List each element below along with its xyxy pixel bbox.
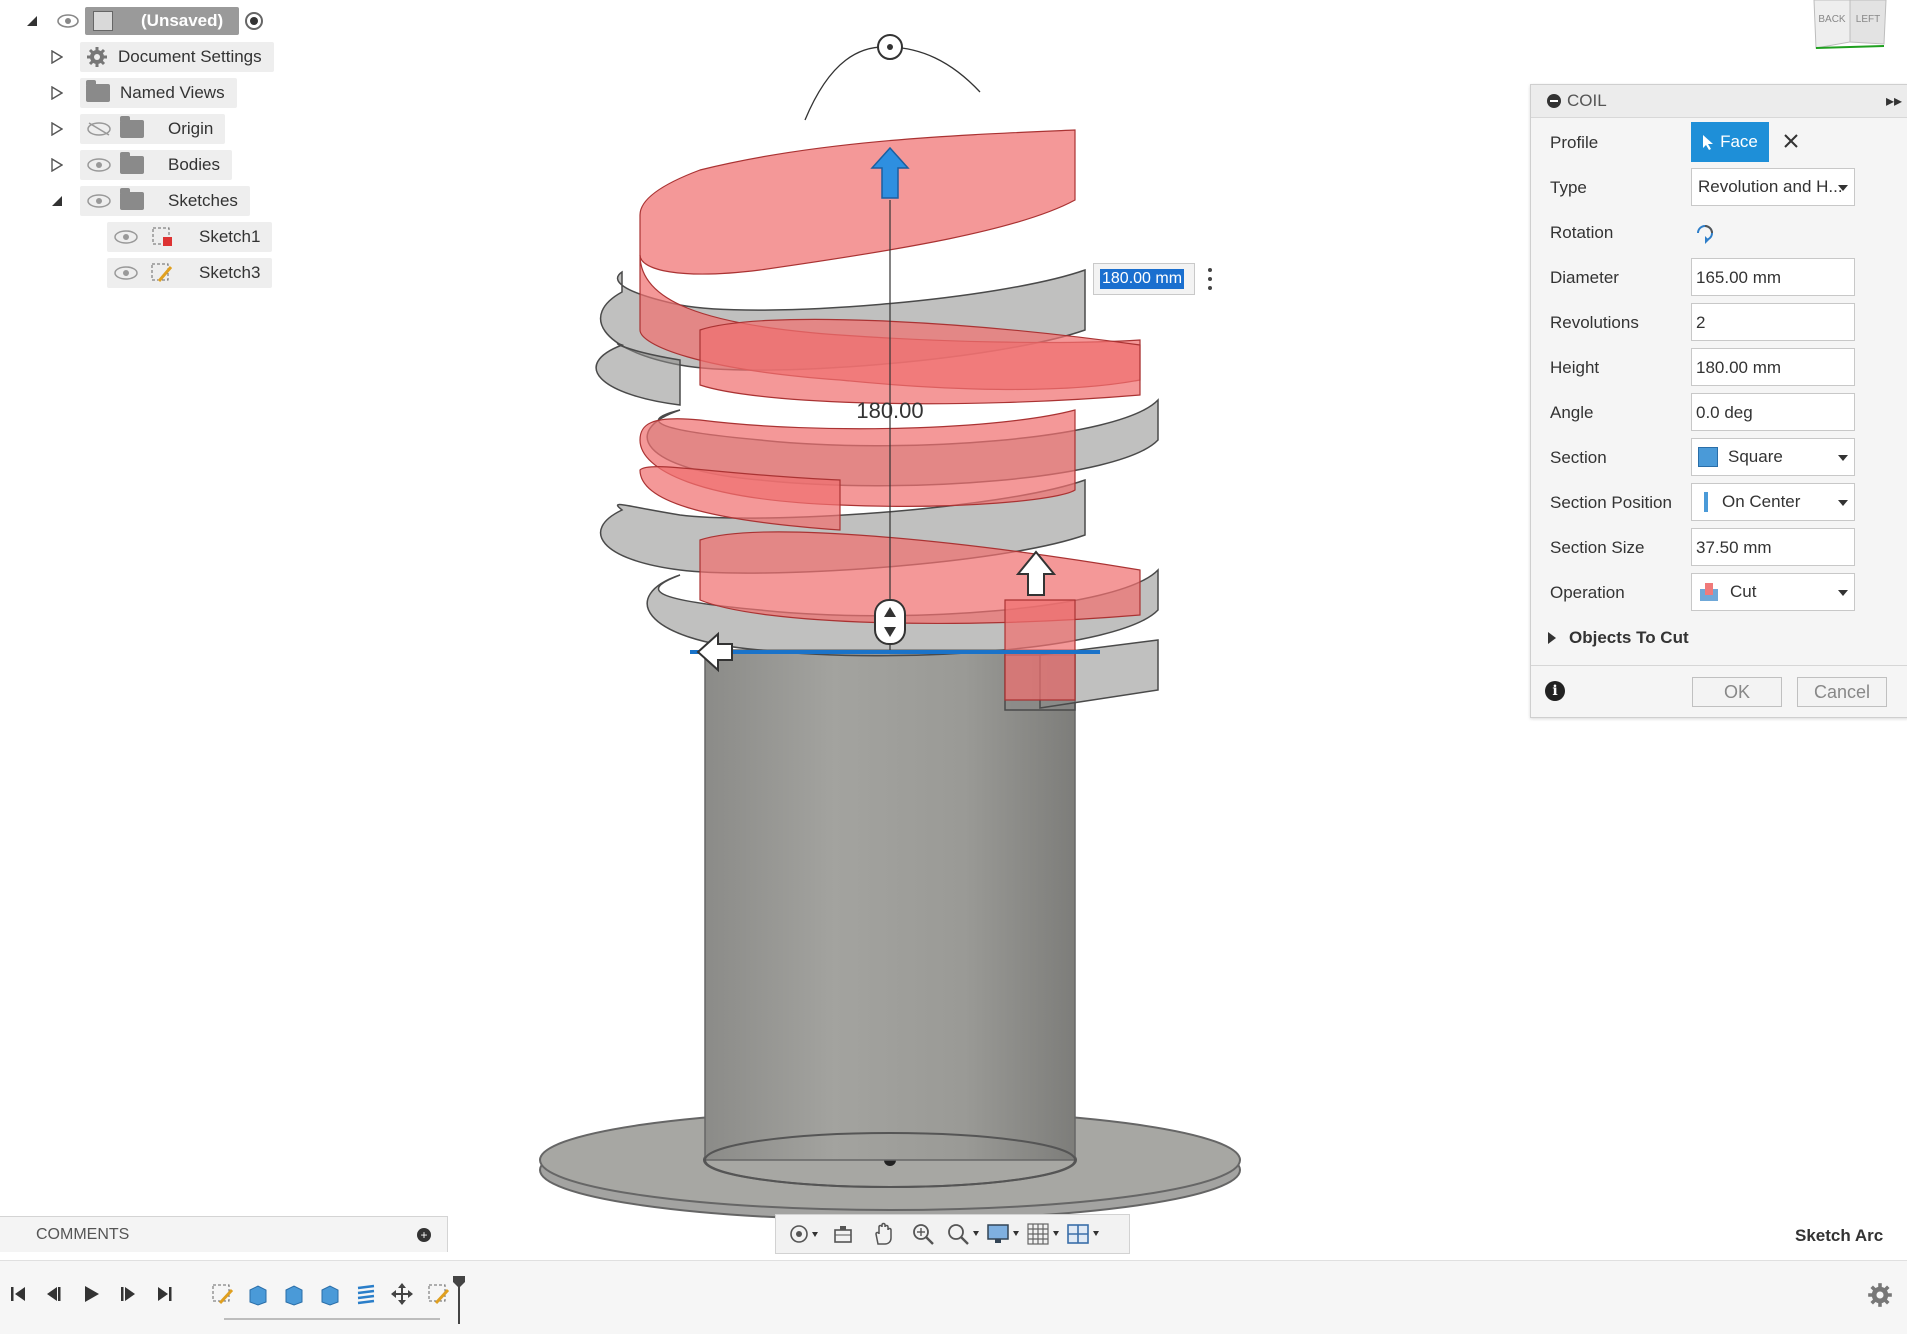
profile-label: Profile	[1550, 133, 1599, 152]
section-value: Square	[1728, 447, 1783, 466]
cut-operation-icon	[1700, 583, 1718, 601]
operation-value: Cut	[1730, 582, 1757, 601]
type-label: Type	[1550, 178, 1587, 197]
comments-panel[interactable]: COMMENTS +	[0, 1216, 448, 1252]
profile-select-button[interactable]: Face	[1691, 122, 1769, 162]
coil-dialog: COIL ▸▸ Profile Face Type Revolution and…	[1530, 84, 1907, 718]
row-diameter: Diameter 165.00 mm	[1531, 256, 1907, 301]
navigation-toolbar	[775, 1214, 1130, 1254]
height-dimension-label[interactable]: 180.00	[856, 398, 923, 423]
row-section: Section Square	[1531, 436, 1907, 481]
orbit-icon[interactable]	[786, 1221, 820, 1247]
profile-value: Face	[1720, 132, 1758, 151]
row-type: Type Revolution and H...	[1531, 166, 1907, 211]
row-angle: Angle 0.0 deg	[1531, 391, 1907, 436]
ok-button[interactable]: OK	[1692, 677, 1782, 707]
add-comment-icon[interactable]: +	[417, 1228, 431, 1242]
diameter-input[interactable]: 165.00 mm	[1691, 258, 1855, 296]
diameter-label: Diameter	[1550, 268, 1619, 287]
clear-selection-icon[interactable]	[1781, 131, 1801, 151]
expand-triangle-icon	[1548, 632, 1556, 644]
timeline-extrude-icon[interactable]	[244, 1281, 272, 1307]
angle-input[interactable]: 0.0 deg	[1691, 393, 1855, 431]
timeline-settings-gear-icon[interactable]	[1867, 1282, 1893, 1308]
rotation-toggle-icon[interactable]	[1693, 221, 1717, 245]
chevron-down-icon	[1838, 185, 1848, 191]
revolutions-label: Revolutions	[1550, 313, 1639, 332]
timeline-extrude-icon[interactable]	[316, 1281, 344, 1307]
timeline-extrude-icon[interactable]	[280, 1281, 308, 1307]
timeline-sketch-icon[interactable]	[424, 1281, 452, 1307]
rotation-label: Rotation	[1550, 223, 1614, 242]
step-back-icon[interactable]	[42, 1282, 66, 1306]
timeline-move-icon[interactable]	[388, 1281, 416, 1307]
pan-hand-icon[interactable]	[866, 1221, 900, 1247]
chevron-down-icon	[1838, 455, 1848, 461]
expand-dialog-icon[interactable]: ▸▸	[1886, 91, 1902, 111]
timeline-sketch-icon[interactable]	[208, 1281, 236, 1307]
comments-label: COMMENTS	[36, 1226, 130, 1243]
row-section-position: Section Position On Center	[1531, 481, 1907, 526]
play-icon[interactable]	[79, 1282, 103, 1306]
objects-to-cut-section[interactable]: Objects To Cut	[1547, 628, 1689, 648]
height-label: Height	[1550, 358, 1600, 377]
step-forward-icon[interactable]	[116, 1282, 140, 1306]
type-value: Revolution and H...	[1698, 177, 1843, 196]
section-position-value: On Center	[1722, 492, 1801, 511]
row-height: Height 180.00 mm	[1531, 346, 1907, 391]
dimension-input-value[interactable]: 180.00 mm	[1100, 269, 1185, 289]
row-section-size: Section Size 37.50 mm	[1531, 526, 1907, 571]
timeline-marker[interactable]	[453, 1276, 465, 1324]
row-profile: Profile Face	[1531, 121, 1907, 166]
operation-label: Operation	[1550, 583, 1625, 602]
square-section-icon	[1698, 447, 1718, 467]
section-position-select[interactable]: On Center	[1691, 483, 1855, 521]
on-center-icon	[1704, 492, 1708, 512]
coil-dialog-header[interactable]: COIL ▸▸	[1531, 85, 1907, 118]
viewports-icon[interactable]	[1066, 1221, 1100, 1247]
section-label: Section	[1550, 448, 1607, 467]
section-size-label: Section Size	[1550, 538, 1645, 557]
more-options-icon[interactable]	[1202, 266, 1218, 292]
type-select[interactable]: Revolution and H...	[1691, 168, 1855, 206]
angle-label: Angle	[1550, 403, 1594, 422]
zoom-icon[interactable]	[906, 1221, 940, 1247]
height-input[interactable]: 180.00 mm	[1691, 348, 1855, 386]
row-revolutions: Revolutions 2	[1531, 301, 1907, 346]
operation-select[interactable]: Cut	[1691, 573, 1855, 611]
section-size-input[interactable]: 37.50 mm	[1691, 528, 1855, 566]
center-drag-handle[interactable]	[874, 599, 906, 645]
look-at-icon[interactable]	[826, 1221, 860, 1247]
go-to-start-icon[interactable]	[6, 1282, 30, 1306]
status-hint: Sketch Arc	[1795, 1226, 1884, 1245]
row-operation: Operation Cut	[1531, 571, 1907, 616]
grid-settings-icon[interactable]	[1026, 1221, 1060, 1247]
chevron-down-icon	[1838, 500, 1848, 506]
chevron-down-icon	[1838, 590, 1848, 596]
collapse-dialog-icon[interactable]	[1547, 94, 1561, 108]
cursor-icon	[1703, 135, 1714, 150]
display-settings-icon[interactable]	[986, 1221, 1020, 1247]
row-rotation: Rotation	[1531, 211, 1907, 256]
revolutions-input[interactable]: 2	[1691, 303, 1855, 341]
info-icon[interactable]: i	[1545, 681, 1565, 701]
dialog-title: COIL	[1567, 91, 1607, 110]
timeline-coil-icon[interactable]	[352, 1281, 380, 1307]
cancel-button[interactable]: Cancel	[1797, 677, 1887, 707]
objects-to-cut-label: Objects To Cut	[1569, 628, 1689, 647]
section-position-label: Section Position	[1550, 493, 1672, 512]
section-select[interactable]: Square	[1691, 438, 1855, 476]
cylinder-body[interactable]	[704, 649, 1076, 1161]
dimension-input[interactable]: 180.00 mm	[1093, 263, 1195, 295]
timeline-track	[224, 1318, 440, 1320]
go-to-end-icon[interactable]	[153, 1282, 177, 1306]
fit-zoom-icon[interactable]	[946, 1221, 980, 1247]
